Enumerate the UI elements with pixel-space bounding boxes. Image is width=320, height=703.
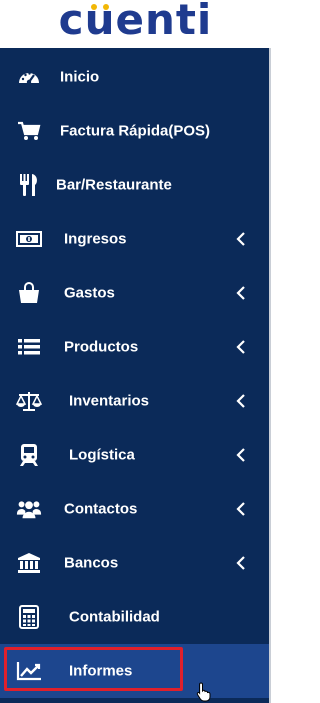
fork-knife-icon <box>16 174 42 196</box>
sidebar-nav: Inicio Factura Rápida(POS) Bar/Restauran… <box>0 48 271 703</box>
bank-icon <box>16 552 42 574</box>
sidebar-item-factura-rapida[interactable]: Factura Rápida(POS) <box>0 104 269 158</box>
chevron-left-icon[interactable] <box>236 502 246 516</box>
list-icon <box>16 336 42 358</box>
sidebar-item-productos[interactable]: Productos <box>0 320 269 374</box>
sidebar-item-label: Contactos <box>64 500 138 518</box>
shopping-bag-icon <box>16 282 42 304</box>
sidebar-item-informes[interactable]: Informes <box>0 644 269 698</box>
brand-logo[interactable]: cuenti <box>59 0 213 42</box>
chevron-left-icon[interactable] <box>236 340 246 354</box>
money-bill-icon <box>16 228 42 250</box>
balance-scale-icon <box>16 390 42 412</box>
sidebar-item-contactos[interactable]: Contactos <box>0 482 269 536</box>
sidebar-item-label: Gastos <box>64 284 115 302</box>
train-icon <box>16 444 42 466</box>
chevron-left-icon[interactable] <box>236 232 246 246</box>
sidebar-item-label: Ingresos <box>64 230 127 248</box>
sidebar-item-label: Inventarios <box>69 392 150 410</box>
sidebar-item-label: Informes <box>69 662 133 680</box>
line-chart-icon <box>16 660 42 682</box>
sidebar-item-logistica[interactable]: Logística <box>0 428 269 482</box>
logo-bar: cuenti <box>0 0 271 48</box>
shopping-cart-icon <box>16 120 42 142</box>
sidebar-item-contabilidad[interactable]: Contabilidad <box>0 590 269 644</box>
sidebar-item-label: Bancos <box>64 554 119 572</box>
sidebar-item-label: Bar/Restaurante <box>56 176 172 194</box>
sidebar-item-label: Inicio <box>60 68 100 86</box>
chevron-left-icon[interactable] <box>236 394 246 408</box>
sidebar-item-label: Contabilidad <box>69 608 160 626</box>
sidebar-item-gastos[interactable]: Gastos <box>0 266 269 320</box>
sidebar-item-bancos[interactable]: Bancos <box>0 536 269 590</box>
dashboard-gauge-icon <box>16 66 42 88</box>
sidebar-item-label: Factura Rápida(POS) <box>60 122 211 140</box>
sidebar-item-inicio[interactable]: Inicio <box>0 50 269 104</box>
sidebar-item-label: Logística <box>69 446 135 464</box>
sidebar-item-bar-restaurante[interactable]: Bar/Restaurante <box>0 158 269 212</box>
app-window: cuenti Inicio Factura Rápida(POS) Bar/Re… <box>0 0 271 703</box>
chevron-left-icon[interactable] <box>236 448 246 462</box>
chevron-left-icon[interactable] <box>236 556 246 570</box>
hand-pointer-cursor-icon <box>196 682 212 702</box>
sidebar-item-inventarios[interactable]: Inventarios <box>0 374 269 428</box>
sidebar-item-label: Productos <box>64 338 139 356</box>
calculator-icon <box>16 605 42 629</box>
chevron-left-icon[interactable] <box>236 286 246 300</box>
users-icon <box>16 498 42 520</box>
sidebar-item-ingresos[interactable]: Ingresos <box>0 212 269 266</box>
